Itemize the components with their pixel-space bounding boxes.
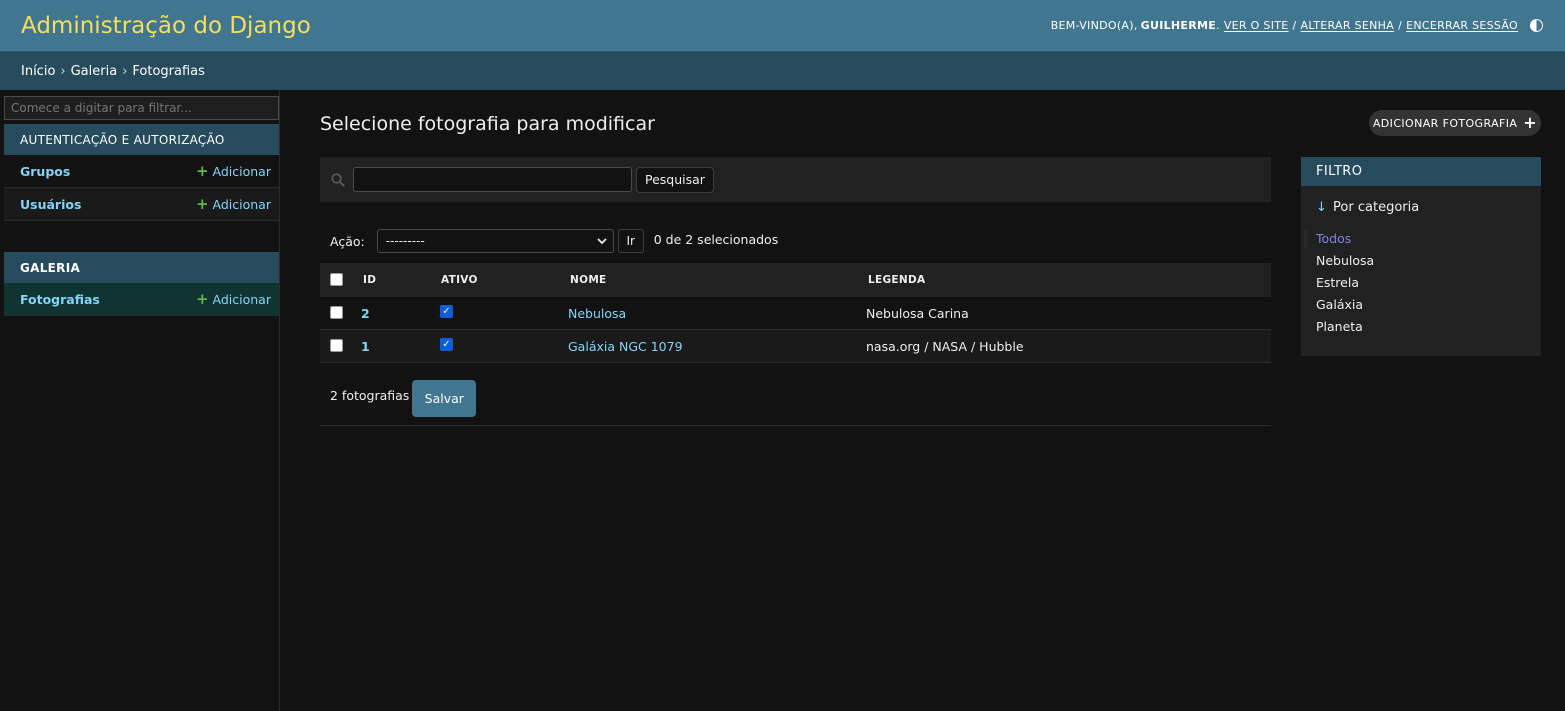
separator: / — [1292, 19, 1297, 32]
add-usuario-link[interactable]: + Adicionar — [195, 194, 271, 213]
filter-option-todos[interactable]: Todos — [1316, 231, 1351, 246]
save-button[interactable]: Salvar — [412, 380, 477, 417]
username: GUILHERME — [1140, 19, 1217, 32]
sidebar-item-label[interactable]: Fotografias — [20, 292, 100, 307]
arrow-down-icon: ↓ — [1316, 200, 1327, 215]
result-table: ID ATIVO NOME LEGENDA 2 ✓ Nebulosa Nebul… — [320, 263, 1271, 363]
filter-option-galaxia[interactable]: Galáxia — [1316, 297, 1363, 312]
column-header-nome[interactable]: NOME — [570, 274, 607, 286]
user-tools: BEM-VINDO(A), GUILHERME. VER O SITE / AL… — [1051, 19, 1543, 32]
sidebar-item-label[interactable]: Usuários — [20, 197, 81, 212]
table-row: 1 ✓ Galáxia NGC 1079 nasa.org / NASA / H… — [320, 330, 1271, 363]
search-input[interactable] — [353, 167, 632, 192]
theme-toggle-icon[interactable] — [1530, 19, 1543, 32]
sidebar-item-fotografias: Fotografias + Adicionar — [4, 283, 279, 316]
breadcrumb-home[interactable]: Início — [21, 64, 55, 79]
go-button[interactable]: Ir — [617, 229, 644, 253]
separator: / — [1398, 19, 1403, 32]
breadcrumb-current: Fotografias — [132, 63, 205, 79]
add-fotografia-link[interactable]: + Adicionar — [195, 289, 271, 308]
filter-option-planeta[interactable]: Planeta — [1316, 319, 1363, 334]
site-name[interactable]: Administração do Django — [21, 13, 311, 39]
paginator: 2 fotografias Salvar — [320, 372, 1271, 426]
plus-icon: + — [195, 161, 209, 180]
add-fotografia-button[interactable]: ADICIONAR FOTOGRAFIA + — [1369, 110, 1541, 136]
ativo-checkbox: ✓ — [440, 305, 453, 318]
search-icon — [331, 172, 345, 187]
action-label: Ação: — [330, 233, 365, 249]
row-id-link[interactable]: 2 — [361, 306, 370, 321]
chevron-down-icon — [597, 238, 607, 245]
select-all-checkbox[interactable] — [330, 273, 343, 286]
nav-sidebar: AUTENTICAÇÃO E AUTORIZAÇÃO Grupos +Adici… — [0, 90, 280, 711]
breadcrumb: Início › Galeria › Fotografias — [0, 51, 1565, 90]
breadcrumb-separator: › — [122, 63, 128, 79]
table-header: ID ATIVO NOME LEGENDA — [320, 263, 1271, 297]
row-select-checkbox[interactable] — [330, 306, 343, 319]
table-row: 2 ✓ Nebulosa Nebulosa Carina — [320, 297, 1271, 330]
change-password-link[interactable]: ALTERAR SENHA — [1301, 19, 1395, 32]
search-button[interactable]: Pesquisar — [636, 166, 714, 193]
row-nome-link[interactable]: Nebulosa — [568, 306, 626, 321]
actions-bar: Ação: --------- Ir 0 de 2 selecionados — [330, 228, 778, 254]
sidebar-item-grupos: Grupos + Adicionar — [4, 155, 279, 188]
add-grupo-link[interactable]: + Adicionar — [195, 161, 271, 180]
breadcrumb-galeria[interactable]: Galeria — [71, 64, 118, 79]
row-select-checkbox[interactable] — [330, 339, 343, 352]
search-toolbar: Pesquisar — [320, 157, 1271, 202]
selection-counter: 0 de 2 selecionados — [653, 231, 779, 247]
app-caption-auth[interactable]: AUTENTICAÇÃO E AUTORIZAÇÃO — [4, 124, 279, 155]
row-legenda: nasa.org / NASA / Hubble — [866, 338, 1024, 354]
add-button-label: ADICIONAR FOTOGRAFIA — [1372, 116, 1518, 130]
breadcrumb-separator: › — [60, 63, 66, 79]
header: Administração do Django BEM-VINDO(A), GU… — [0, 0, 1565, 51]
welcome-text: BEM-VINDO(A), — [1050, 19, 1138, 32]
filter-option-nebulosa[interactable]: Nebulosa — [1316, 253, 1374, 268]
row-id-link[interactable]: 1 — [361, 339, 370, 354]
sidebar-item-usuarios: Usuários + Adicionar — [4, 188, 279, 221]
view-site-link[interactable]: VER O SITE — [1224, 19, 1289, 32]
row-nome-link[interactable]: Galáxia NGC 1079 — [568, 339, 683, 354]
page-title: Selecione fotografia para modificar — [320, 113, 655, 135]
ativo-checkbox: ✓ — [440, 338, 453, 351]
filter-category-heading[interactable]: ↓ Por categoria — [1316, 200, 1419, 215]
result-count: 2 fotografias — [330, 388, 410, 403]
logout-link[interactable]: ENCERRAR SESSÃO — [1406, 19, 1518, 32]
filter-title: FILTRO — [1301, 157, 1541, 186]
row-legenda: Nebulosa Carina — [866, 305, 969, 321]
filter-option-estrela[interactable]: Estrela — [1316, 275, 1359, 290]
plus-icon: + — [195, 289, 209, 308]
plus-icon: + — [195, 194, 209, 213]
sidebar-item-label[interactable]: Grupos — [20, 164, 70, 179]
column-header-id[interactable]: ID — [363, 274, 376, 286]
app-caption-galeria[interactable]: GALERIA — [4, 252, 279, 283]
column-header-ativo[interactable]: ATIVO — [441, 274, 478, 286]
plus-icon: + — [1523, 113, 1538, 132]
filter-panel: FILTRO ↓ Por categoria Todos Nebulosa Es… — [1301, 157, 1541, 356]
sidebar-filter-input[interactable] — [4, 96, 279, 120]
action-selected-value: --------- — [385, 234, 425, 248]
action-select[interactable]: --------- — [376, 229, 614, 253]
column-header-legenda[interactable]: LEGENDA — [868, 274, 925, 286]
filter-selected-marker — [1304, 230, 1307, 248]
